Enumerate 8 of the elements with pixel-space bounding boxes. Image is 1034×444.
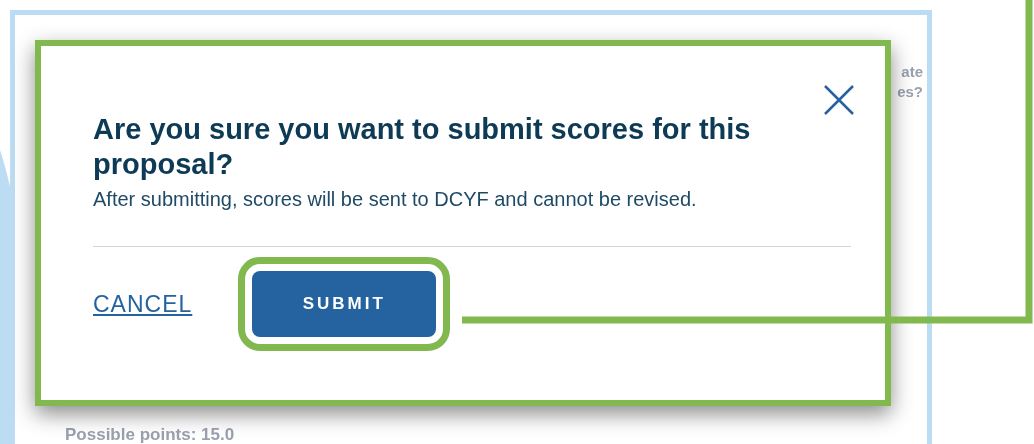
dialog-title: Are you sure you want to submit scores for this proposal?: [93, 112, 752, 182]
submit-button[interactable]: SUBMIT: [252, 271, 437, 337]
dialog-message: After submitting, scores will be sent to DCYF and cannot be revised.: [93, 187, 698, 212]
background-text: Possible points: 15.0: [65, 425, 235, 444]
background-text: ate: [901, 62, 923, 82]
close-icon[interactable]: [823, 84, 855, 116]
background-text: es?: [897, 82, 923, 102]
cancel-link[interactable]: CANCEL: [93, 286, 193, 322]
